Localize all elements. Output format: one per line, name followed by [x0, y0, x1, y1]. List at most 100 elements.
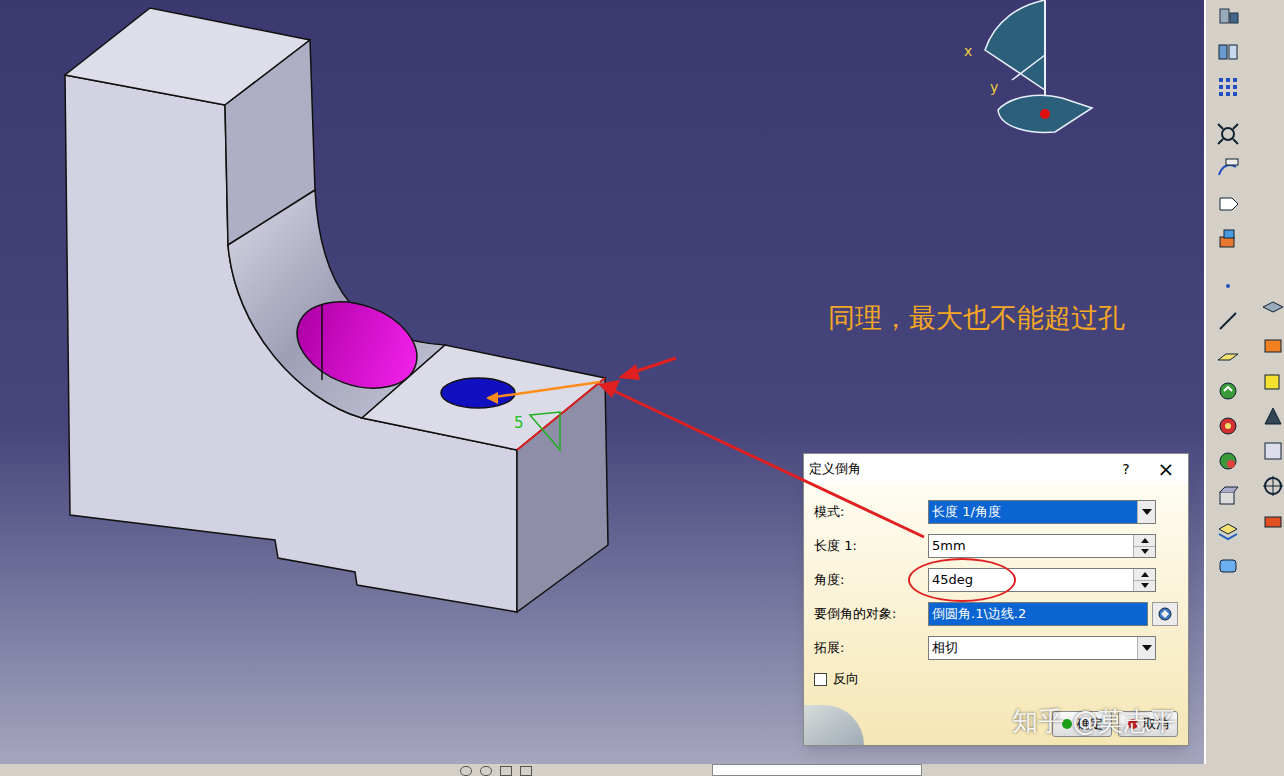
title-bar: 定义倒角 ? × [804, 454, 1188, 484]
tool-icon [1216, 344, 1240, 368]
tool-icon [1263, 439, 1284, 463]
chamfer-dialog: 定义倒角 ? × 模式:长度 1/角度长度 1:5mm角度:45deg要倒角的对… [803, 453, 1189, 746]
reverse-label: 反向 [833, 669, 859, 689]
command-field[interactable] [712, 764, 922, 776]
field-row: 长度 1:5mm [814, 533, 1178, 559]
tool-column [1263, 0, 1284, 764]
tool-button[interactable] [1215, 4, 1241, 30]
bottom-toolbar [0, 764, 1284, 776]
reverse-checkbox[interactable] [814, 673, 827, 686]
field-wrap: 45deg [928, 568, 1178, 592]
field-box[interactable]: 45deg [928, 568, 1156, 592]
callout-arrows [0, 0, 1284, 776]
spin-buttons[interactable] [1133, 569, 1155, 591]
field-box[interactable]: 倒圆角.1\边线.2 [928, 602, 1148, 626]
tool-icon[interactable] [480, 766, 492, 776]
dropdown-button[interactable] [1137, 501, 1155, 523]
tool-button[interactable] [1215, 226, 1241, 252]
spin-up[interactable] [1134, 569, 1155, 581]
compass-icon[interactable]: x y [960, 0, 1100, 140]
field-row: 角度:45deg [814, 567, 1178, 593]
arrow-down-icon [1142, 509, 1152, 515]
close-button[interactable]: × [1144, 459, 1188, 479]
field-box[interactable]: 长度 1/角度 [928, 500, 1156, 524]
spin-up[interactable] [1134, 535, 1155, 547]
dialog-button[interactable]: 确定 [1052, 711, 1112, 737]
tool-button[interactable] [1263, 473, 1284, 499]
field-label: 模式: [814, 502, 928, 522]
tool-button[interactable] [1215, 518, 1241, 544]
tool-icon[interactable] [520, 766, 532, 776]
field-box[interactable]: 相切 [928, 636, 1156, 660]
arrow-down-icon [1141, 583, 1149, 588]
button-label: 确定 [1077, 714, 1103, 734]
ok-icon [1061, 718, 1073, 730]
dialog-title: 定义倒角 [809, 459, 861, 479]
tool-button[interactable] [1263, 298, 1284, 324]
field-row: 模式:长度 1/角度 [814, 499, 1178, 525]
tool-icon [1263, 509, 1284, 533]
selection-button[interactable] [1152, 602, 1178, 626]
arrow-down-icon [1141, 549, 1149, 554]
tool-button[interactable] [1215, 413, 1241, 439]
tool-button[interactable] [1215, 308, 1241, 334]
tool-button[interactable] [1263, 403, 1284, 429]
tool-icon [1216, 414, 1240, 438]
tool-icon [1216, 274, 1240, 298]
help-button[interactable]: ? [1108, 459, 1144, 480]
spin-buttons[interactable] [1133, 535, 1155, 557]
tool-button[interactable] [1215, 74, 1241, 100]
dimension-label: 5 [514, 414, 524, 432]
tool-icon [1263, 334, 1284, 358]
tool-button[interactable] [1215, 156, 1241, 182]
field-value: 相切 [929, 638, 1137, 658]
field-box[interactable]: 5mm [928, 534, 1156, 558]
tool-button[interactable] [1215, 553, 1241, 579]
spin-down[interactable] [1134, 581, 1155, 592]
tool-column [1206, 0, 1251, 764]
field-label: 要倒角的对象: [814, 604, 928, 624]
dialog-button[interactable]: 取消 [1118, 711, 1178, 737]
spin-down[interactable] [1134, 547, 1155, 558]
field-row: 要倒角的对象:倒圆角.1\边线.2 [814, 601, 1178, 627]
tool-button[interactable] [1215, 343, 1241, 369]
right-toolbar [1204, 0, 1284, 764]
tool-button[interactable] [1215, 39, 1241, 65]
field-value: 45deg [929, 570, 1133, 590]
field-value: 倒圆角.1\边线.2 [929, 604, 1147, 624]
axis-label: x [964, 43, 972, 59]
arrow-down-icon [1142, 645, 1152, 651]
tool-icon [1216, 75, 1240, 99]
dropdown-button[interactable] [1137, 637, 1155, 659]
tool-button[interactable] [1263, 438, 1284, 464]
tool-icon [1216, 40, 1240, 64]
arrow-up-icon [1141, 572, 1149, 577]
tool-button[interactable] [1215, 448, 1241, 474]
reverse-row[interactable]: 反向 [814, 667, 1178, 691]
tool-icon[interactable] [500, 766, 512, 776]
tool-button[interactable] [1263, 368, 1284, 394]
tool-icon [1263, 369, 1284, 393]
highlight-circle [908, 558, 1016, 602]
dialog-body: 模式:长度 1/角度长度 1:5mm角度:45deg要倒角的对象:倒圆角.1\边… [804, 484, 1188, 745]
field-wrap: 相切 [928, 636, 1178, 660]
tool-button[interactable] [1215, 191, 1241, 217]
tool-button[interactable] [1215, 121, 1241, 147]
tool-icon[interactable] [460, 766, 472, 776]
tool-button[interactable] [1263, 333, 1284, 359]
tool-button[interactable] [1215, 273, 1241, 299]
tool-button[interactable] [1215, 378, 1241, 404]
tool-icon [1216, 192, 1240, 216]
annotation-text: 同理，最大也不能超过孔 [828, 300, 1125, 336]
field-label: 角度: [814, 570, 928, 590]
tool-button[interactable] [1263, 508, 1284, 534]
field-wrap: 5mm [928, 534, 1178, 558]
tool-button[interactable] [1215, 483, 1241, 509]
tool-icon [1263, 404, 1284, 428]
tool-icon [1216, 157, 1240, 181]
axis-label: y [990, 79, 998, 95]
tool-icon [1216, 379, 1240, 403]
tool-icon [1216, 5, 1240, 29]
cancel-icon [1127, 718, 1139, 730]
selection-icon [1157, 606, 1173, 622]
